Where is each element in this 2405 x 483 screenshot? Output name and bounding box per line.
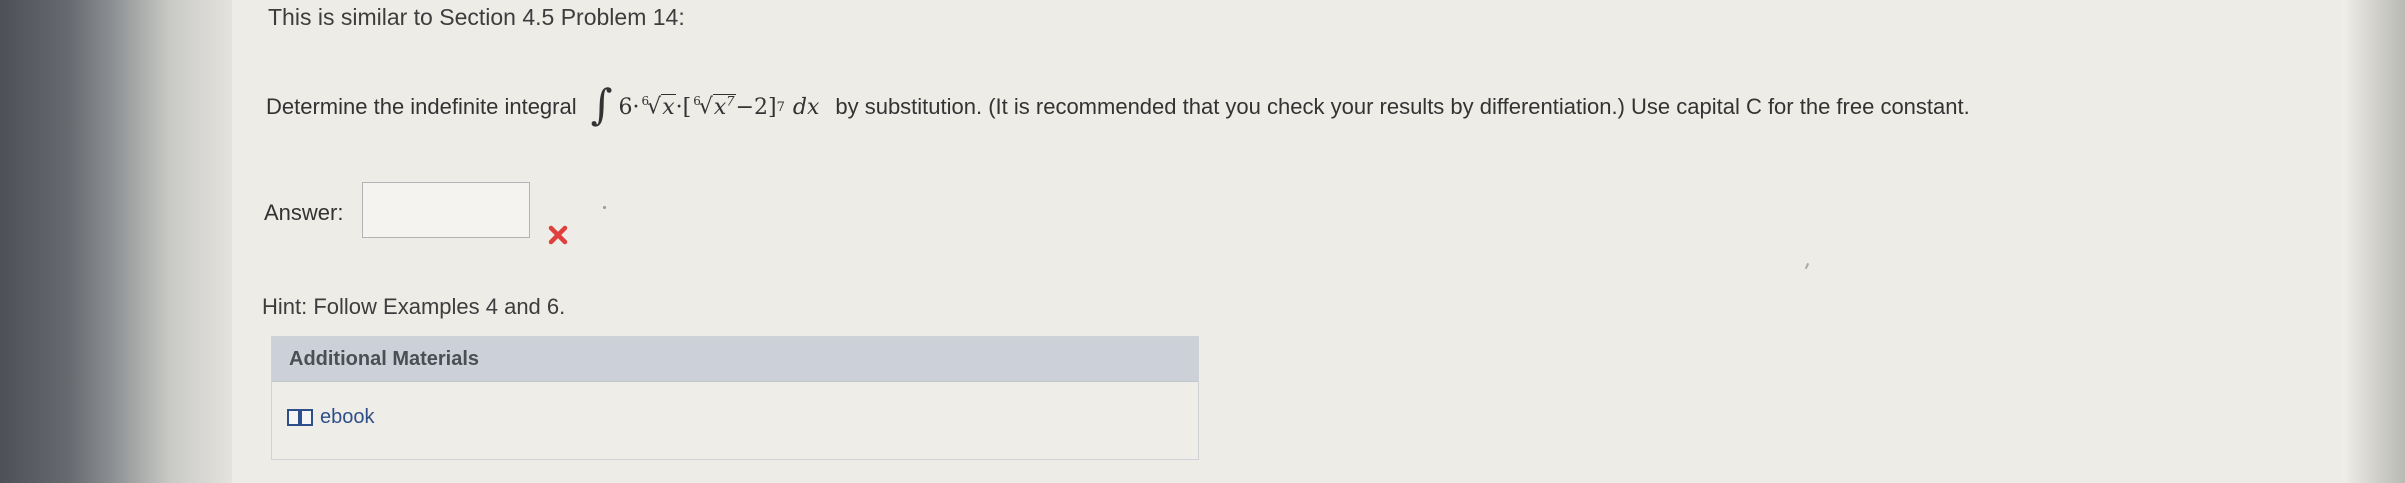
inner-sixth-root: 6√x7 <box>693 93 736 120</box>
integrand-tail: −2] <box>735 94 777 120</box>
integrand-coefficient: 6· <box>618 94 640 120</box>
inner-radicand: x <box>713 94 727 120</box>
incorrect-x-icon <box>548 225 568 245</box>
section-title: This is similar to Section 4.5 Problem 1… <box>268 4 685 30</box>
answer-label: Answer: <box>264 200 344 225</box>
question-panel: This is similar to Section 4.5 Problem 1… <box>232 0 2342 483</box>
sixth-root: 6√x <box>641 93 676 120</box>
question-suffix: by substitution. (It is recommended that… <box>835 94 1970 119</box>
question-text: Determine the indefinite integral ∫ 6· 6… <box>266 80 1970 129</box>
decorative-mark <box>1804 262 1810 270</box>
additional-materials-header: Additional Materials <box>272 337 1198 382</box>
book-icon <box>287 408 313 426</box>
hint-text: Hint: Follow Examples 4 and 6. <box>262 294 566 319</box>
right-edge <box>2342 0 2405 483</box>
ebook-link[interactable]: ebook <box>287 406 375 429</box>
screen: This is similar to Section 4.5 Problem 1… <box>0 0 2405 483</box>
question-prefix: Determine the indefinite integral <box>266 94 577 119</box>
outer-power: 7 <box>776 99 785 115</box>
inner-power: 7 <box>726 94 735 110</box>
radicand: x <box>661 93 676 120</box>
additional-materials-panel: Additional Materials ebook <box>271 336 1199 460</box>
decorative-dot <box>603 206 606 209</box>
differential: dx <box>792 94 820 120</box>
integral-sign: ∫ <box>590 80 613 129</box>
answer-input[interactable] <box>362 182 530 238</box>
integrand-middle: ·[ <box>675 94 692 120</box>
integral-expression: ∫ 6· 6√x ·[ 6√x7 −2] 7 dx <box>590 80 820 129</box>
ebook-link-label: ebook <box>320 406 375 428</box>
